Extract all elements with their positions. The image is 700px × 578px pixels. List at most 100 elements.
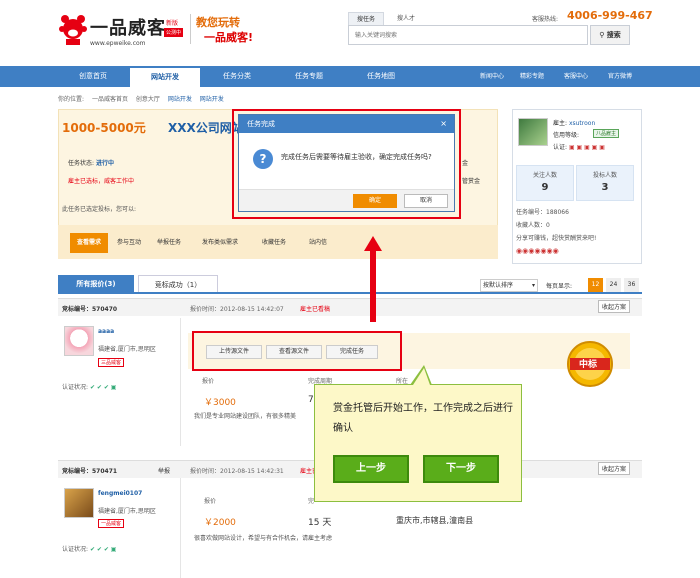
bid-divider: [180, 478, 181, 578]
employer-label: 雇主:: [553, 120, 568, 127]
bidder-name[interactable]: fengmei0107: [98, 490, 142, 497]
verify-icons: ✔ ✔ ✔ ▣: [89, 384, 117, 391]
nav-topics[interactable]: 精彩专题: [520, 66, 544, 87]
nav-weibo[interactable]: 官方微博: [608, 66, 632, 87]
task-complete-dialog: 任务完成 × ? 完成任务后需要等待雇主验收，确定完成任务吗? 确定 取消: [238, 114, 455, 212]
bids-tab-underline: [58, 292, 642, 294]
search-tab-tasks[interactable]: 搜任务: [348, 12, 384, 25]
nav-service[interactable]: 客服中心: [564, 66, 588, 87]
search-button[interactable]: ⚲ 搜索: [590, 25, 630, 45]
bidders-box: 投标人数 3: [576, 165, 634, 201]
brand-url: www.epweike.com: [90, 40, 146, 47]
cancel-button[interactable]: 取消: [404, 194, 448, 208]
share-icons[interactable]: ◉◉◉◉◉◉◉: [516, 247, 559, 255]
per-page-12[interactable]: 12: [588, 278, 603, 292]
collapse-button[interactable]: 收起方案: [598, 462, 631, 475]
dialog-title: 任务完成: [239, 115, 454, 133]
breadcrumb-label: 你的位置:: [58, 96, 85, 103]
nav-task-map[interactable]: 任务地图: [346, 66, 416, 87]
report-button[interactable]: 举报: [158, 466, 170, 475]
task-status-value: 进行中: [95, 160, 114, 167]
tab-interact[interactable]: 参与互动: [110, 233, 148, 253]
guide-tooltip: 赏金托管后开始工作，工作完成之后进行确认 上一步 下一步: [314, 384, 522, 502]
tab-report-task[interactable]: 举报任务: [150, 233, 188, 253]
guide-text: 赏金托管后开始工作，工作完成之后进行确认: [333, 403, 513, 434]
up-arrow-shaft: [370, 250, 376, 322]
bid-description: 我们是专业网站建设团队，有很多精美: [194, 413, 297, 420]
employer-avatar[interactable]: [518, 118, 548, 146]
bidder-name[interactable]: aaaa: [98, 328, 114, 335]
followers-count: 9: [541, 182, 549, 193]
bidder-address: 福建省,厦门市,思明区: [98, 508, 156, 515]
task-info-fragment: 管赏金: [462, 178, 481, 185]
bidder-verify-label: 认证状况:: [62, 546, 89, 553]
bid-price: ￥2000: [204, 518, 236, 528]
breadcrumb-category[interactable]: 网站开发: [168, 96, 192, 103]
prev-step-button[interactable]: 上一步: [333, 455, 409, 483]
site-logo[interactable]: 一品威客 新版 公测中 www.epweike.com: [58, 12, 188, 52]
bid-period: 7: [308, 395, 314, 405]
bidders-label: 投标人数: [592, 172, 617, 179]
bidder-verify: 认证状况: ✔ ✔ ✔ ▣: [62, 382, 116, 391]
bidders-count: 3: [601, 182, 609, 193]
up-arrow-icon: [364, 236, 382, 251]
search-tab-talent[interactable]: 搜人才: [388, 12, 424, 25]
search-input[interactable]: [349, 26, 587, 44]
question-icon: ?: [253, 149, 273, 169]
employer-name-line: 雇主: xsutroon: [553, 118, 595, 127]
slogan-line1: 教您玩转: [196, 16, 240, 29]
employer-name[interactable]: xsutroon: [569, 120, 595, 127]
breadcrumb-current[interactable]: 网站开发: [200, 96, 224, 103]
collapse-button[interactable]: 收起方案: [598, 300, 631, 313]
bidder-avatar[interactable]: [64, 488, 94, 518]
breadcrumb-hall[interactable]: 创意大厅: [136, 96, 160, 103]
close-icon[interactable]: ×: [440, 115, 447, 133]
col-price-header: 报价: [202, 378, 215, 385]
brand-beta-tag: 公测中: [164, 28, 184, 37]
favorites-count: 收藏人数：0: [516, 222, 550, 229]
task-status: 任务状态: 进行中: [68, 158, 114, 167]
dialog-message: 完成任务后需要等待雇主验收，确定完成任务吗?: [281, 153, 432, 161]
tooltip-pointer-inner: [413, 368, 430, 385]
per-page-36[interactable]: 36: [624, 278, 639, 292]
per-page-24[interactable]: 24: [606, 278, 621, 292]
followers-box: 关注人数 9: [516, 165, 574, 201]
nav-task-topic[interactable]: 任务专题: [274, 66, 344, 87]
verify-label: 认证:: [553, 144, 568, 151]
bid-row-header: [58, 298, 642, 316]
bid-period: 15 天: [308, 518, 332, 528]
search-icon: ⚲: [599, 31, 605, 39]
per-page-label: 每页显示:: [546, 283, 573, 290]
bidder-level: 一品威客: [98, 519, 125, 528]
breadcrumb-home[interactable]: 一品威客首页: [92, 96, 128, 103]
credit-label: 信用等级:: [553, 132, 580, 139]
bidder-level: 三品威客: [98, 358, 125, 367]
bid-viewed-flag: 雇主已看稿: [300, 306, 331, 313]
nav-creative-home[interactable]: 创意首页: [58, 66, 128, 87]
dialog-footer: 确定 取消: [239, 189, 454, 211]
tab-all-bids[interactable]: 所有报价(3): [58, 275, 134, 293]
next-step-button[interactable]: 下一步: [423, 455, 499, 483]
tab-favorite-task[interactable]: 收藏任务: [252, 233, 296, 253]
credit-badge: 八品雇主: [593, 129, 620, 138]
confirm-button[interactable]: 确定: [353, 194, 397, 208]
nav-task-category[interactable]: 任务分类: [202, 66, 272, 87]
hotline-label: 客服热线:: [532, 16, 559, 23]
bidder-avatar[interactable]: [64, 326, 94, 356]
tab-view-requirements[interactable]: 查看需求: [70, 233, 108, 253]
tab-winning-bids[interactable]: 竞标成功（1）: [138, 275, 218, 293]
sort-select-value: 按默认排序: [483, 282, 514, 289]
sort-select[interactable]: 按默认排序 ▾: [480, 279, 538, 292]
nav-web-dev[interactable]: 网站开发: [130, 68, 200, 87]
bidder-verify: 认证状况: ✔ ✔ ✔ ▣: [62, 544, 116, 553]
verify-icons: ✔ ✔ ✔ ▣: [89, 546, 117, 553]
tab-message[interactable]: 站内信: [298, 233, 338, 253]
verify-line: 认证: ▣ ▣ ▣ ▣ ▣: [553, 142, 605, 151]
tab-post-similar[interactable]: 发布类似需求: [192, 233, 248, 253]
medal-label: 中标: [579, 360, 598, 370]
bid-location: 重庆市,市辖县,潼南县: [396, 516, 474, 525]
breadcrumb: 你的位置: 一品威客首页 创意大厅 网站开发 网站开发: [58, 94, 230, 103]
share-text: 分享可赚钱，超快赏酬赏来吧!: [516, 235, 597, 242]
nav-news[interactable]: 新闻中心: [480, 66, 504, 87]
verify-icons: ▣ ▣ ▣ ▣ ▣: [568, 144, 605, 151]
